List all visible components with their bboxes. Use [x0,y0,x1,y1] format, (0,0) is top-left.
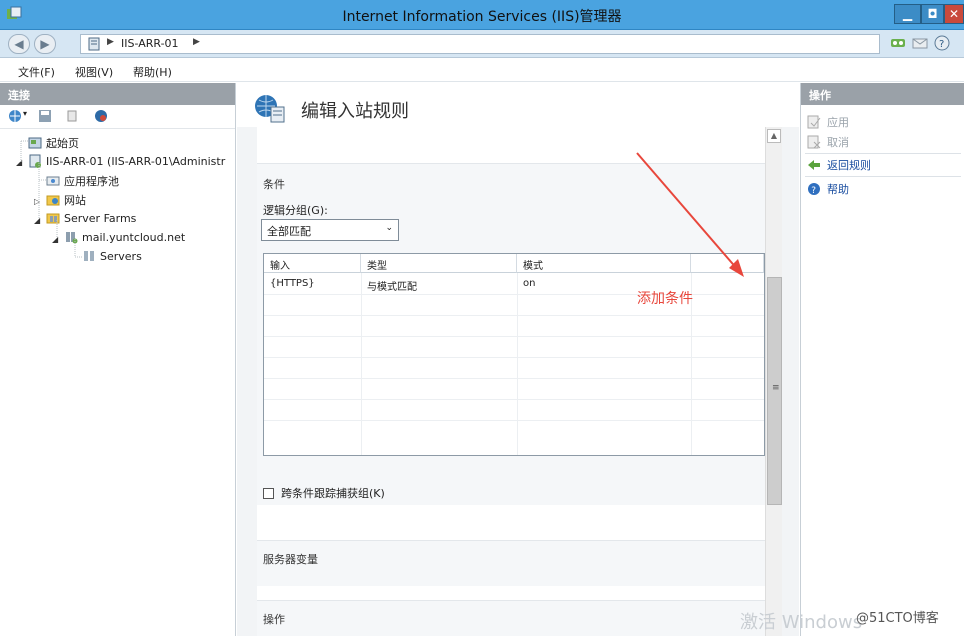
divider [805,176,961,177]
apply-icon [807,115,821,129]
save-icon[interactable] [38,109,52,123]
action-label: 帮助 [827,183,849,196]
help-icon: ? [808,183,820,196]
breadcrumb-chevron-icon[interactable]: ▶ [193,37,200,47]
connections-header: 连接 [0,83,235,105]
annotation-text: 添加条件 [637,291,693,307]
divider [805,153,961,154]
mail-icon[interactable] [912,35,928,51]
disconnect-icon[interactable] [94,109,108,123]
grid-line [264,378,764,379]
menu-bar: 文件(F) 视图(V) 帮助(H) [0,58,964,82]
menu-file[interactable]: 文件(F) [18,64,55,80]
action-help[interactable]: ? 帮助 [807,181,849,199]
maximize-button[interactable]: ◘ [921,4,944,24]
back-arrow-icon [808,160,820,170]
server-variables-section: 服务器变量 [257,540,765,586]
dropdown-arrow-icon[interactable]: ▾ [23,109,27,118]
rewrite-rule-icon [255,95,285,123]
page-header: 编辑入站规则 [237,83,799,127]
close-button[interactable]: ✕ [944,4,964,24]
connect-icon[interactable] [890,35,906,51]
column-header-type[interactable]: 类型 [361,254,517,273]
rule-editor: 条件 逻辑分组(G): 全部匹配 ⌄ 输入 类型 模式 {HTTPS} 与模式匹… [257,127,765,636]
cancel-icon [807,135,821,149]
page-title: 编辑入站规则 [301,101,409,122]
connect-globe-icon[interactable] [8,109,22,123]
cell-type: 与模式匹配 [367,282,417,293]
logical-grouping-select[interactable]: 全部匹配 ⌄ [261,219,399,241]
action-section: 操作 [257,600,765,636]
action-cancel[interactable]: 取消 [807,134,849,152]
breadcrumb-separator-icon: ▶ [107,37,114,47]
main-pane: 编辑入站规则 条件 逻辑分组(G): 全部匹配 ⌄ 输入 类型 模式 {HTTP… [237,83,799,636]
server-icon [88,37,100,51]
title-bar: Internet Information Services (IIS)管理器 ▁… [0,0,964,30]
action-apply[interactable]: 应用 [807,114,849,132]
column-header-empty [691,254,764,273]
site-watermark: @51CTO博客 [856,611,939,626]
action-title: 操作 [263,613,285,626]
column-header-pattern[interactable]: 模式 [517,254,691,273]
grid-line [264,357,764,358]
conditions-section: 条件 逻辑分组(G): 全部匹配 ⌄ 输入 类型 模式 {HTTPS} 与模式匹… [257,163,765,505]
minimize-button[interactable]: ▁ [894,4,921,24]
cell-input: {HTTPS} [270,278,315,289]
help-toolbar-icon[interactable]: ? [934,35,950,51]
menu-view[interactable]: 视图(V) [75,64,113,80]
conditions-title: 条件 [263,178,285,191]
connections-toolbar: ▾ [0,105,235,129]
window-title: Internet Information Services (IIS)管理器 [342,9,622,25]
server-variables-title: 服务器变量 [263,553,318,566]
track-capture-groups-label: 跨条件跟踪捕获组(K) [281,487,385,500]
logical-grouping-value: 全部匹配 [267,225,311,238]
address-bar: ◀ ▶ ▶ IIS-ARR-01 ▶ ? [0,30,964,58]
column-header-input[interactable]: 输入 [264,254,361,273]
address-field[interactable]: ▶ IIS-ARR-01 ▶ [80,34,880,54]
vertical-scrollbar[interactable]: ▲ ≡ [765,127,782,636]
grid-line [517,273,518,455]
grid-line [264,336,764,337]
grid-line [264,420,764,421]
grip-icon: ≡ [772,383,780,393]
tree-lines [20,140,82,258]
action-label: 应用 [827,116,849,129]
copy-icon[interactable] [66,109,80,123]
connections-panel: 连接 ▾ 起始页 ◢ IIS-ARR-01 (IIS-ARR-01\Admini… [0,83,236,636]
action-back-to-rules[interactable]: 返回规则 [807,157,871,175]
track-capture-groups-checkbox[interactable] [263,488,274,499]
scrollbar-thumb[interactable]: ≡ [767,277,782,505]
conditions-table: 输入 类型 模式 {HTTPS} 与模式匹配 on [263,253,765,456]
action-label: 返回规则 [827,159,871,172]
menu-help[interactable]: 帮助(H) [133,64,172,80]
svg-text:?: ? [811,186,816,196]
grid-line [264,315,764,316]
svg-text:?: ? [939,39,944,50]
scroll-up-icon[interactable]: ▲ [767,129,781,143]
grid-line [264,399,764,400]
activation-watermark: 激活 Windows [740,612,863,633]
actions-header: 操作 [801,83,964,105]
action-label: 取消 [827,136,849,149]
chevron-down-icon: ⌄ [385,223,393,233]
back-button[interactable]: ◀ [8,34,30,54]
grid-line [361,273,362,455]
breadcrumb-server[interactable]: IIS-ARR-01 [121,37,179,50]
forward-button[interactable]: ▶ [34,34,56,54]
logical-grouping-label: 逻辑分组(G): [263,204,328,217]
actions-panel: 操作 应用 取消 返回规则 ? 帮助 [800,83,964,636]
